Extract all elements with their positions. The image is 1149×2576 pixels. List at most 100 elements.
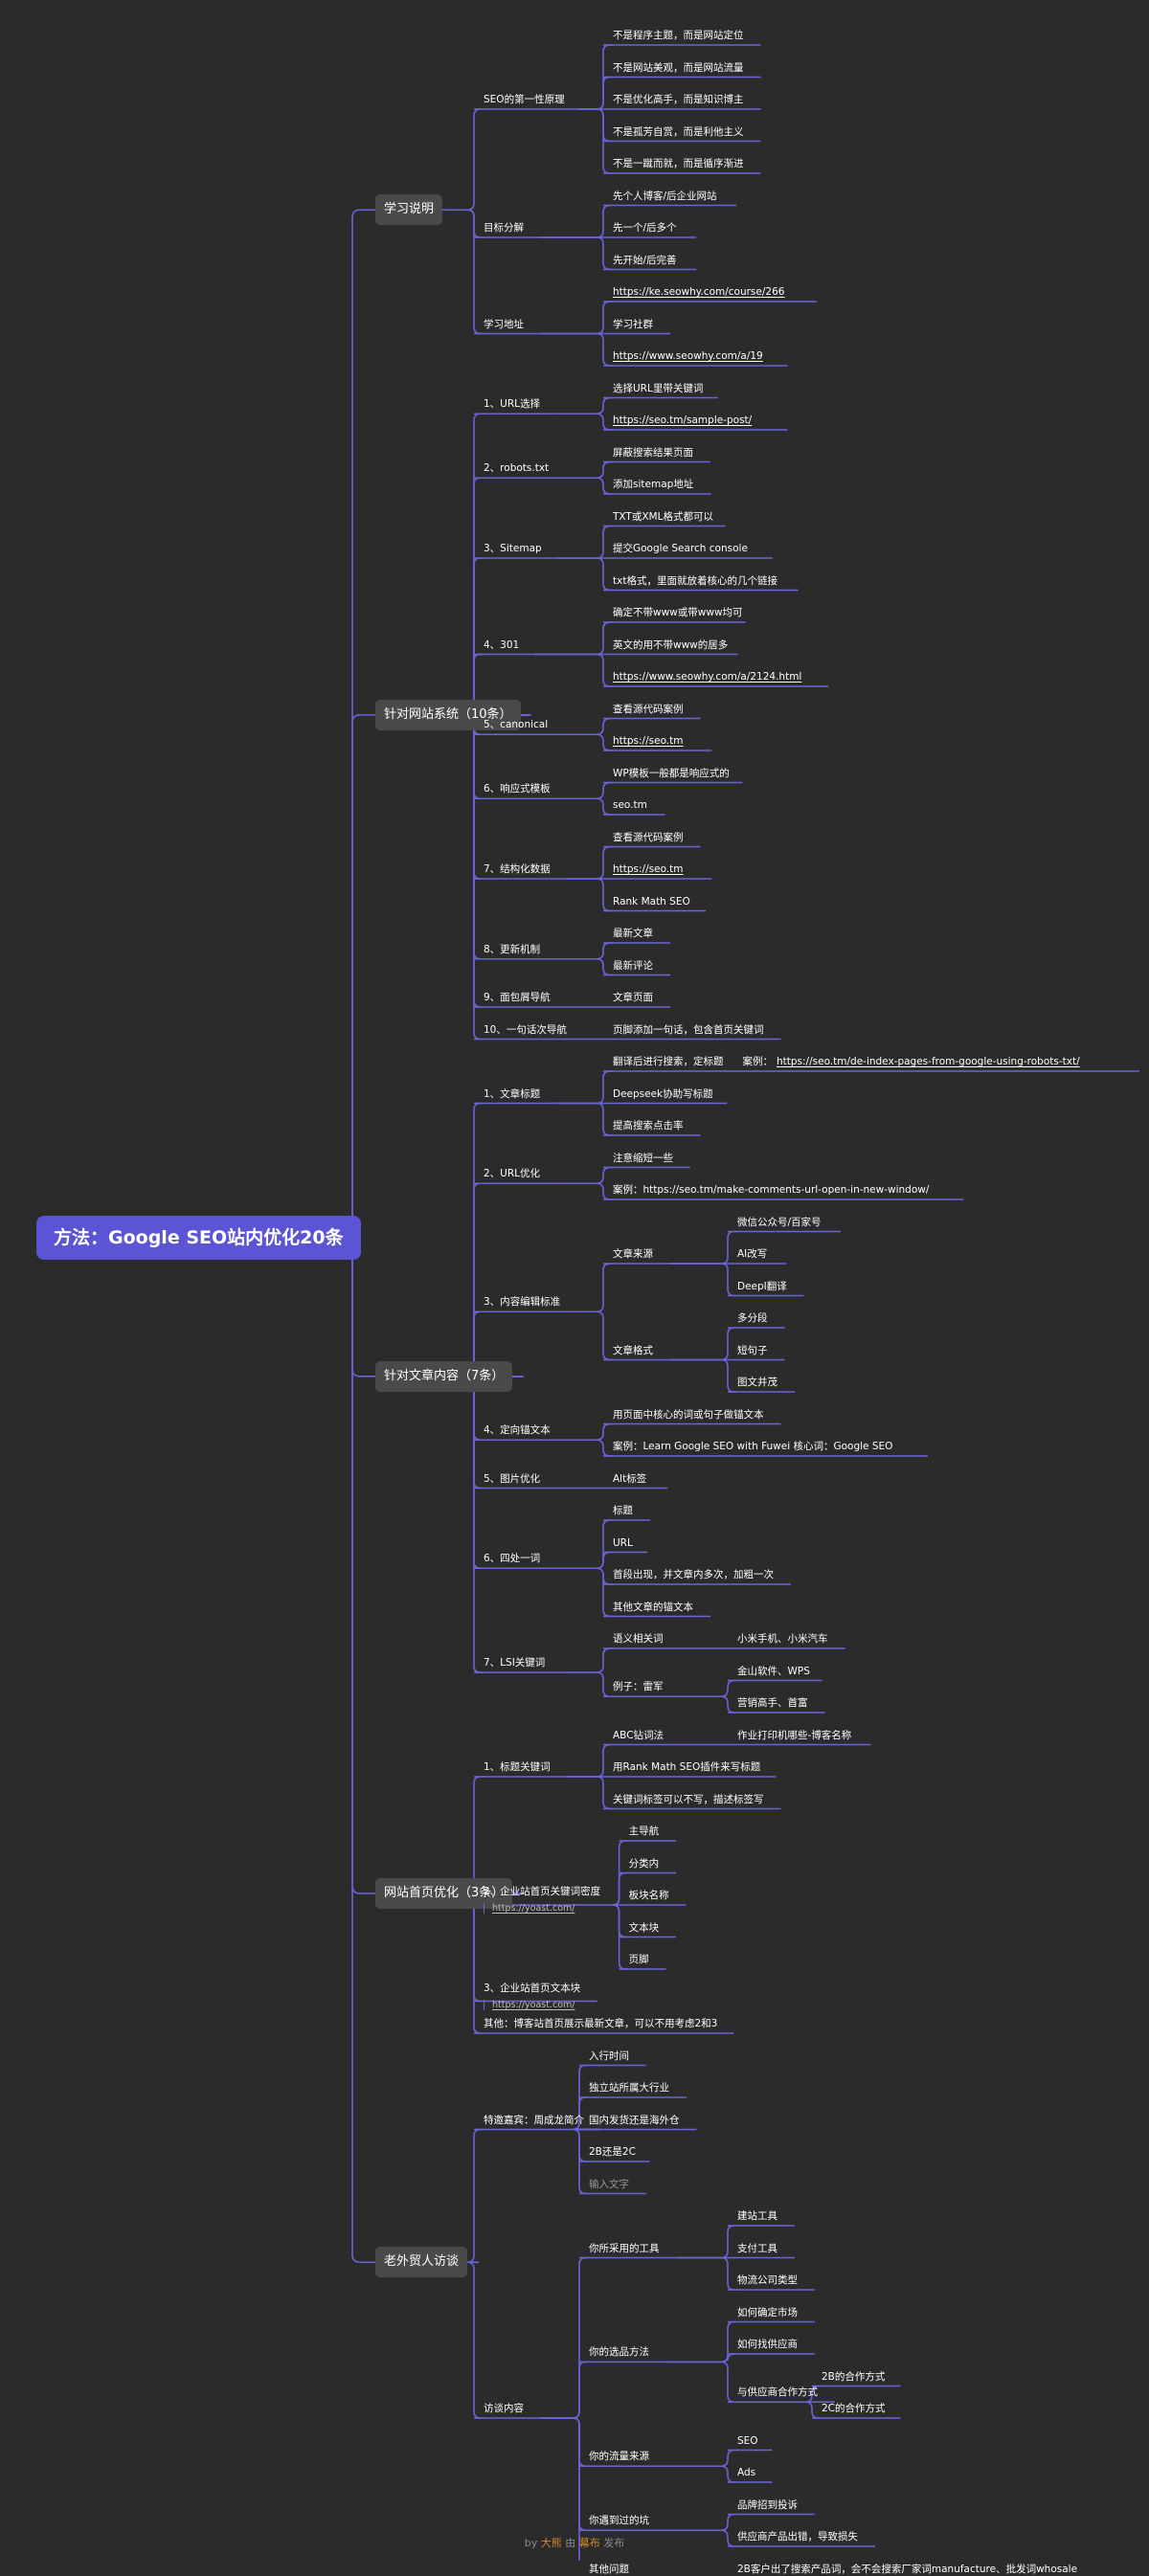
- mind-map-node[interactable]: 与供应商合作方式: [737, 2381, 818, 2399]
- mind-map-node[interactable]: 学习社群: [613, 313, 653, 331]
- mind-map-node[interactable]: 页脚: [629, 1948, 649, 1966]
- mind-map-node[interactable]: 关键词标签可以不写，描述标签写: [613, 1788, 764, 1806]
- mind-map-node[interactable]: 金山软件、WPS: [737, 1660, 810, 1678]
- mind-map-node[interactable]: 你的选品方法: [589, 2341, 649, 2359]
- mind-map-node[interactable]: 2C的合作方式: [822, 2397, 886, 2415]
- mind-map-node[interactable]: 英文的用不带www的居多: [613, 634, 728, 652]
- mind-map-node[interactable]: 建站工具: [737, 2205, 777, 2223]
- mind-map-node[interactable]: 先个人博客/后企业网站: [613, 185, 717, 203]
- mind-map-node[interactable]: 先一个/后多个: [613, 216, 677, 235]
- mind-map-node[interactable]: 2B客户出了搜索产品词，会不会搜索厂家词manufacture、批发词whosa…: [737, 2558, 1077, 2576]
- mind-map-node[interactable]: 营销高手、首富: [737, 1691, 808, 1710]
- mind-map-node[interactable]: Alt标签: [613, 1467, 646, 1486]
- mind-map-node[interactable]: 8、更新机制: [484, 938, 540, 956]
- mind-map-node[interactable]: 文本块: [629, 1916, 660, 1935]
- mind-map-node[interactable]: 其他问题: [589, 2558, 629, 2576]
- mind-map-node[interactable]: 先开始/后完善: [613, 249, 677, 267]
- mind-map-node[interactable]: 品牌招到投诉: [737, 2494, 798, 2512]
- mind-map-node[interactable]: ABC钻词法: [613, 1724, 664, 1742]
- mind-map-node[interactable]: 2B的合作方式: [822, 2365, 885, 2384]
- node-link[interactable]: https://yoast.com/: [484, 1903, 600, 1914]
- mind-map-node[interactable]: URL: [613, 1532, 633, 1550]
- mind-map-node[interactable]: 访谈内容: [484, 2397, 524, 2415]
- mind-map-node[interactable]: 首段出现，并文章内多次，加粗一次: [613, 1563, 774, 1581]
- mind-map-node[interactable]: https://ke.seowhy.com/course/266: [613, 280, 784, 299]
- mind-map-node[interactable]: 2B还是2C: [589, 2140, 636, 2159]
- mind-map-node[interactable]: 你所采用的工具: [589, 2237, 660, 2255]
- mind-map-node[interactable]: 5、图片优化: [484, 1467, 540, 1486]
- mind-map-node[interactable]: 板块名称: [629, 1884, 669, 1902]
- mind-map-node[interactable]: 用Rank Math SEO插件来写标题: [613, 1756, 760, 1774]
- mind-map-node[interactable]: 学习地址: [484, 313, 524, 331]
- mind-map-node[interactable]: 分类内: [629, 1852, 660, 1870]
- mind-map-node[interactable]: 标题: [613, 1499, 633, 1517]
- mind-map-node[interactable]: 2、URL优化: [484, 1162, 540, 1180]
- mind-map-node[interactable]: 用页面中核心的词或句子做锚文本: [613, 1403, 764, 1422]
- mind-map-node[interactable]: SEO: [737, 2430, 758, 2448]
- mind-map-node[interactable]: 6、四处一词: [484, 1547, 540, 1565]
- mind-map-node[interactable]: 目标分解: [484, 216, 524, 235]
- node-link[interactable]: https://yoast.com/: [484, 1999, 580, 2010]
- mind-map-node[interactable]: 如何找供应商: [737, 2333, 798, 2351]
- mind-map-node[interactable]: https://www.seowhy.com/a/19: [613, 345, 763, 363]
- mind-map-branch[interactable]: 学习说明: [375, 194, 443, 226]
- mind-map-node[interactable]: 如何确定市场: [737, 2301, 798, 2319]
- mind-map-node[interactable]: txt格式，里面就放着核心的几个链接: [613, 570, 777, 588]
- mind-map-node[interactable]: 作业打印机哪些-博客名称: [737, 1724, 851, 1742]
- mind-map-node[interactable]: 9、面包屑导航: [484, 986, 551, 1004]
- mind-map-branch[interactable]: 老外贸人访谈: [375, 2247, 468, 2278]
- mind-map-root[interactable]: 方法：Google SEO站内优化20条: [36, 1216, 361, 1260]
- mind-map-node[interactable]: 主导航: [629, 1820, 660, 1838]
- mind-map-node[interactable]: 文章格式: [613, 1339, 653, 1357]
- mind-map-node[interactable]: https://seo.tm: [613, 858, 684, 876]
- footer-author[interactable]: 大熊: [541, 2537, 562, 2549]
- mind-map-node[interactable]: TXT或XML格式都可以: [613, 505, 713, 524]
- mind-map-node[interactable]: 3、Sitemap: [484, 537, 542, 555]
- mind-map-node[interactable]: 确定不带www或带www均可: [613, 601, 743, 619]
- mind-map-node[interactable]: 3、内容编辑标准: [484, 1290, 560, 1309]
- mind-map-node[interactable]: 2、robots.txt: [484, 457, 549, 475]
- mind-map-node[interactable]: 3、企业站首页文本块 https://yoast.com/: [484, 1977, 580, 2010]
- mind-map-node[interactable]: 10、一句话次导航: [484, 1019, 567, 1037]
- mind-map-node[interactable]: 你遇到过的坑: [589, 2509, 649, 2527]
- footer-tool[interactable]: 幕布: [579, 2537, 600, 2549]
- mind-map-node[interactable]: 4、301: [484, 634, 519, 652]
- mind-map-node[interactable]: 物流公司类型: [737, 2269, 798, 2287]
- mind-map-node[interactable]: 案例：Learn Google SEO with Fuwei 核心词：Googl…: [613, 1435, 892, 1453]
- mind-map-node[interactable]: 查看源代码案例: [613, 698, 684, 716]
- mind-map-node[interactable]: 支付工具: [737, 2237, 777, 2255]
- mind-map-node[interactable]: 入行时间: [589, 2045, 629, 2063]
- mind-map-node[interactable]: 4、定向锚文本: [484, 1419, 551, 1437]
- mind-map-node[interactable]: 案例：https://seo.tm/make-comments-url-open…: [613, 1178, 929, 1197]
- mind-map-node[interactable]: 不是网站美观，而是网站流量: [613, 56, 744, 75]
- mind-map-node[interactable]: 小米手机、小米汽车: [737, 1627, 828, 1646]
- mind-map-node[interactable]: 7、结构化数据: [484, 858, 551, 876]
- mind-map-node[interactable]: 特邀嘉宾：周成龙简介: [484, 2109, 584, 2127]
- mind-map-node[interactable]: 不是优化高手，而是知识博主: [613, 88, 744, 106]
- mind-map-node[interactable]: 查看源代码案例: [613, 826, 684, 844]
- mind-map-node[interactable]: 最新评论: [613, 954, 653, 973]
- mind-map-node[interactable]: 最新文章: [613, 922, 653, 940]
- mind-map-node[interactable]: 添加sitemap地址: [613, 473, 693, 491]
- mind-map-node[interactable]: Deepseek协助写标题: [613, 1083, 713, 1101]
- mind-map-node[interactable]: SEO的第一性原理: [484, 88, 565, 106]
- mind-map-node[interactable]: 文章页面: [613, 986, 653, 1004]
- mind-map-node[interactable]: 1、标题关键词: [484, 1756, 551, 1774]
- mind-map-node[interactable]: 短句子: [737, 1339, 768, 1357]
- mind-map-node[interactable]: 输入文字: [589, 2173, 629, 2191]
- mind-map-node[interactable]: 文章来源: [613, 1243, 653, 1261]
- mind-map-node[interactable]: seo.tm: [613, 794, 647, 812]
- mind-map-node[interactable]: 1、文章标题: [484, 1083, 540, 1101]
- mind-map-node[interactable]: WP模板一般都是响应式的: [613, 762, 730, 780]
- mind-map-node[interactable]: 不是一蹴而就，而是循序渐进: [613, 152, 744, 170]
- mind-map-node[interactable]: 微信公众号/百家号: [737, 1211, 822, 1229]
- mind-map-node[interactable]: 图文并茂: [737, 1371, 777, 1389]
- mind-map-branch[interactable]: 针对文章内容（7条）: [375, 1360, 513, 1392]
- mind-map-node[interactable]: https://seo.tm/sample-post/: [613, 409, 752, 427]
- mind-map-node[interactable]: 你的流量来源: [589, 2445, 649, 2463]
- mind-map-node[interactable]: Ads: [737, 2461, 755, 2479]
- mind-map-node[interactable]: 屏蔽搜索结果页面: [613, 441, 693, 459]
- mind-map-node[interactable]: 例子：雷军: [613, 1675, 664, 1693]
- mind-map-node[interactable]: 翻译后进行搜索，定标题 案例： https://seo.tm/de-index-pa…: [613, 1050, 1080, 1068]
- mind-map-node[interactable]: 不是程序主题，而是网站定位: [613, 24, 744, 42]
